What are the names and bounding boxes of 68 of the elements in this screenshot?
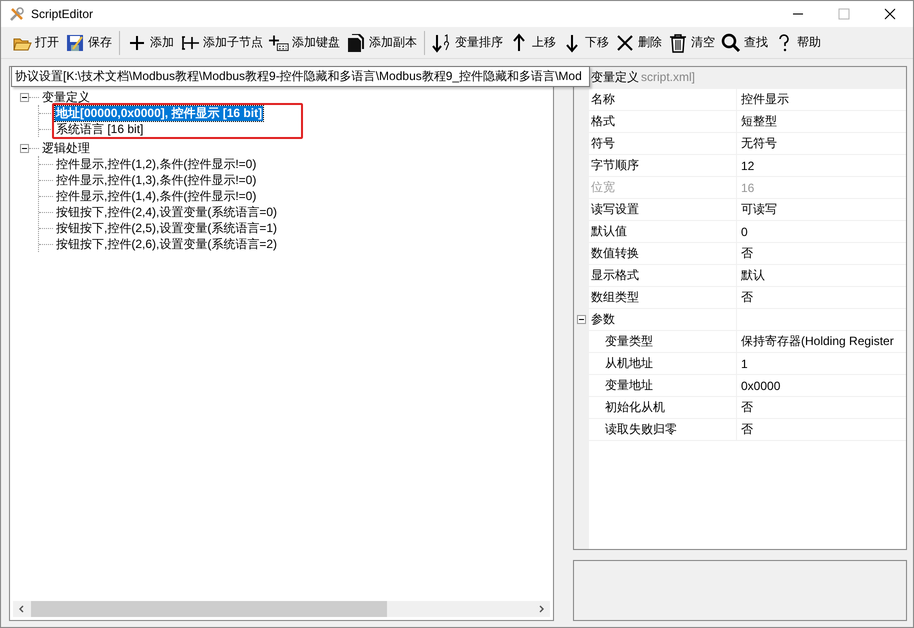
property-value[interactable]: 可读写 [737,201,777,218]
tree-item[interactable]: 按钮按下,控件(2,5),设置变量(系统语言=1) [55,220,278,236]
property-name: 位宽 [589,177,737,198]
property-name: 符号 [589,133,737,154]
toolbar-button[interactable]: 变量排序 [429,30,506,54]
property-value[interactable]: 短整型 [737,113,777,130]
sort-icon [432,32,452,52]
property-value[interactable]: 无符号 [737,135,777,152]
property-value[interactable]: 控件显示 [737,91,789,108]
tree-item[interactable]: 逻辑处理 [41,140,91,156]
toolbar-button[interactable]: 清空 [665,30,718,54]
collapse-icon[interactable] [20,92,29,102]
tooltip-text: 协议设置[K:\技术文档\Modbus教程\Modbus教程9-控件隐藏和多语言\Modbus教程9_控件隐藏和多语言\Mod [15,68,582,85]
property-name: 默认值 [589,221,737,242]
close-icon [615,32,635,52]
tree-item[interactable]: 控件显示,控件(1,2),条件(控件显示!=0) [55,156,258,172]
toolbar-button[interactable]: 添加子节点 [177,30,266,54]
search-icon [721,32,741,52]
property-name: 显示格式 [589,265,737,286]
property-name: 名称 [589,89,737,110]
add-keyboard-icon [269,32,289,52]
property-group[interactable]: 参数 [589,309,737,330]
property-value[interactable]: 否 [737,245,753,262]
collapse-icon[interactable] [577,315,586,324]
property-name: 格式 [589,111,737,132]
tree-item[interactable]: 地址[00000,0x0000], 控件显示 [16 bit] [55,106,264,120]
category-header[interactable]: 变量定义 [589,69,639,86]
property-value[interactable]: 0 [737,224,748,238]
property-value[interactable]: 12 [737,158,754,172]
horizontal-scrollbar[interactable] [13,601,550,617]
property-name: 读取失败归零 [589,419,737,440]
tooltip-text: script.xml] [641,70,695,84]
property-value[interactable]: 1 [737,356,748,370]
window-title: ScriptEditor [31,7,94,21]
tree-item[interactable]: 控件显示,控件(1,4),条件(控件显示!=0) [55,188,258,204]
toolbar-button[interactable]: 添加副本 [343,30,420,54]
property-value[interactable]: 否 [737,399,753,416]
property-name: 变量地址 [589,375,737,396]
property-name: 初始化从机 [589,397,737,418]
toolbar-button[interactable]: 帮助 [771,30,824,54]
property-value[interactable]: 默认 [737,267,765,284]
toolbar-button[interactable]: 保存 [62,30,115,54]
tree-item[interactable]: 按钮按下,控件(2,4),设置变量(系统语言=0) [55,204,278,220]
property-name: 数值转换 [589,243,737,264]
trash-icon [668,32,688,52]
toolbar-button[interactable]: 查找 [718,30,771,54]
property-name: 从机地址 [589,353,737,374]
property-value[interactable]: 否 [737,421,753,438]
tree-item[interactable]: 按钮按下,控件(2,6),设置变量(系统语言=2) [55,236,278,252]
toolbar-button[interactable]: 下移 [559,30,612,54]
tree-item[interactable]: 变量定义 [41,90,91,104]
property-value[interactable]: 保持寄存器(Holding Register [737,333,894,350]
toolbar-button[interactable]: 添加键盘 [266,30,343,54]
property-name: 读写设置 [589,199,737,220]
property-value[interactable]: 否 [737,289,753,306]
collapse-icon[interactable] [20,144,29,152]
tree-item[interactable]: 控件显示,控件(1,3),条件(控件显示!=0) [55,172,258,188]
property-name: 字节顺序 [589,155,737,176]
tools-icon [9,6,25,22]
tree-item[interactable]: 系统语言 [16 bit] [55,122,144,136]
property-value[interactable]: 0x0000 [737,378,780,392]
toolbar-button[interactable]: 删除 [612,30,665,54]
toolbar-button[interactable]: 上移 [506,30,559,54]
toolbar-button[interactable]: 打开 [9,30,62,54]
property-name: 数组类型 [589,287,737,308]
property-name: 变量类型 [589,331,737,352]
toolbar-button[interactable]: 添加 [124,30,177,54]
copy-icon [346,32,366,52]
